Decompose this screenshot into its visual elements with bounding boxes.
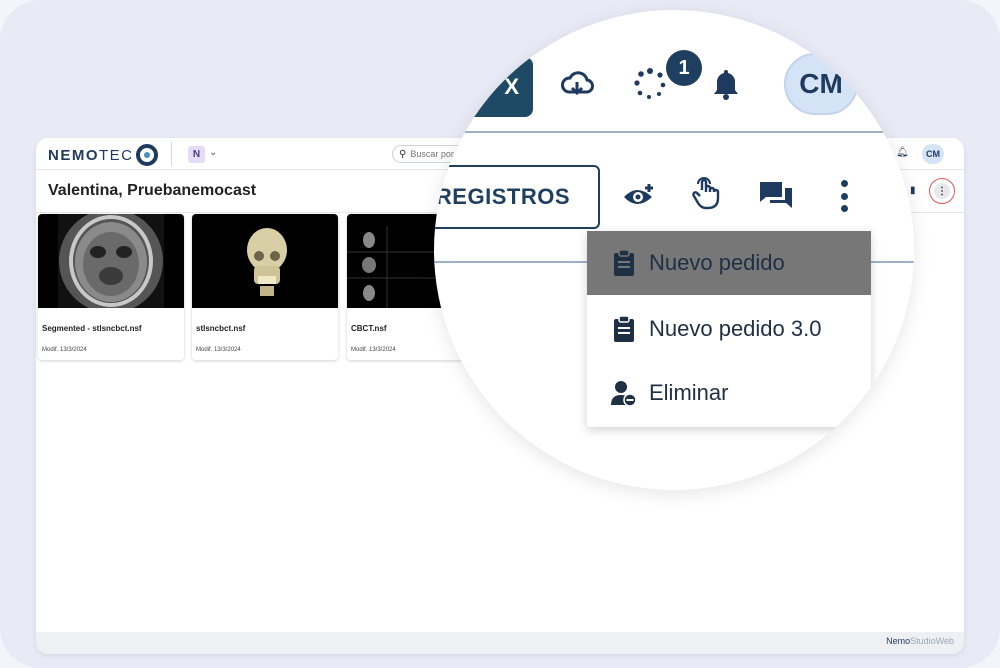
more-options-button[interactable]: ⋮ [929, 178, 955, 204]
menu-item-nuevo-pedido[interactable]: Nuevo pedido [587, 231, 871, 295]
menu-item-label: Eliminar [649, 380, 729, 405]
menu-item-label: Nuevo pedido [649, 250, 785, 275]
topbar-divider [171, 142, 172, 166]
bell-icon[interactable] [711, 68, 741, 100]
patient-name: Valentina, Pruebanemocast [48, 182, 257, 199]
cloud-download-icon[interactable] [560, 70, 594, 100]
record-name: stlsncbct.nsf [196, 324, 246, 333]
clipboard-icon [614, 315, 634, 342]
loading-spinner-icon [634, 68, 666, 99]
notification-count-badge: 1 [666, 50, 702, 86]
brand-studioweb: StudioWeb [910, 636, 954, 646]
footer-bar: NemoStudioWeb [36, 632, 964, 654]
primary-action-button[interactable]: X [434, 57, 533, 117]
chevron-down-icon[interactable]: ⌄ [209, 147, 217, 158]
zoom-magnifier: X 1 CM R REGISTROS [434, 10, 914, 490]
header-separator [434, 131, 914, 133]
user-avatar-large[interactable]: CM [784, 53, 858, 115]
touch-hand-icon[interactable] [692, 176, 720, 210]
clipboard-icon [614, 249, 634, 276]
menu-item-nuevo-pedido-3[interactable]: Nuevo pedido 3.0 [587, 297, 871, 361]
eye-plus-icon[interactable] [622, 182, 656, 208]
logo-text-main: NEMO [48, 146, 99, 164]
logo-ring-icon [135, 144, 158, 166]
remove-user-icon [611, 381, 637, 407]
chat-icon-large[interactable] [758, 180, 794, 212]
more-vertical-icon-large[interactable] [836, 180, 852, 212]
record-card[interactable]: Segmented - stlsncbct.nsf Modif. 13/3/20… [38, 214, 184, 360]
ct-slice-thumbnail [38, 214, 184, 313]
record-name: CBCT.nsf [351, 324, 387, 333]
menu-item-label: Nuevo pedido 3.0 [649, 316, 822, 341]
organization-selector[interactable]: N [188, 146, 205, 163]
more-vertical-icon: ⋮ [934, 183, 950, 199]
record-name: Segmented - stlsncbct.nsf [42, 324, 142, 333]
menu-item-eliminar[interactable]: Eliminar [587, 361, 871, 425]
record-card[interactable]: stlsncbct.nsf Modif. 13/3/2024 [192, 214, 338, 360]
record-date: Modif. 13/3/2024 [196, 347, 241, 353]
record-date: Modif. 13/3/2024 [351, 347, 396, 353]
logo-text-tec: TEC [99, 146, 134, 164]
record-date: Modif. 13/3/2024 [42, 347, 87, 353]
search-icon: ⚲ [399, 148, 407, 160]
brand-nemo: Nemo [886, 636, 911, 646]
nemostudio-brand: NemoStudioWeb [886, 636, 954, 646]
skull-3d-thumbnail [192, 214, 338, 308]
user-avatar[interactable]: CM [922, 144, 944, 164]
options-menu: Nuevo pedido Nuevo pedido 3.0 Eliminar [587, 231, 871, 427]
new-records-button[interactable]: R REGISTROS [434, 165, 600, 229]
nemotec-logo[interactable]: NEMO TEC [48, 144, 158, 166]
